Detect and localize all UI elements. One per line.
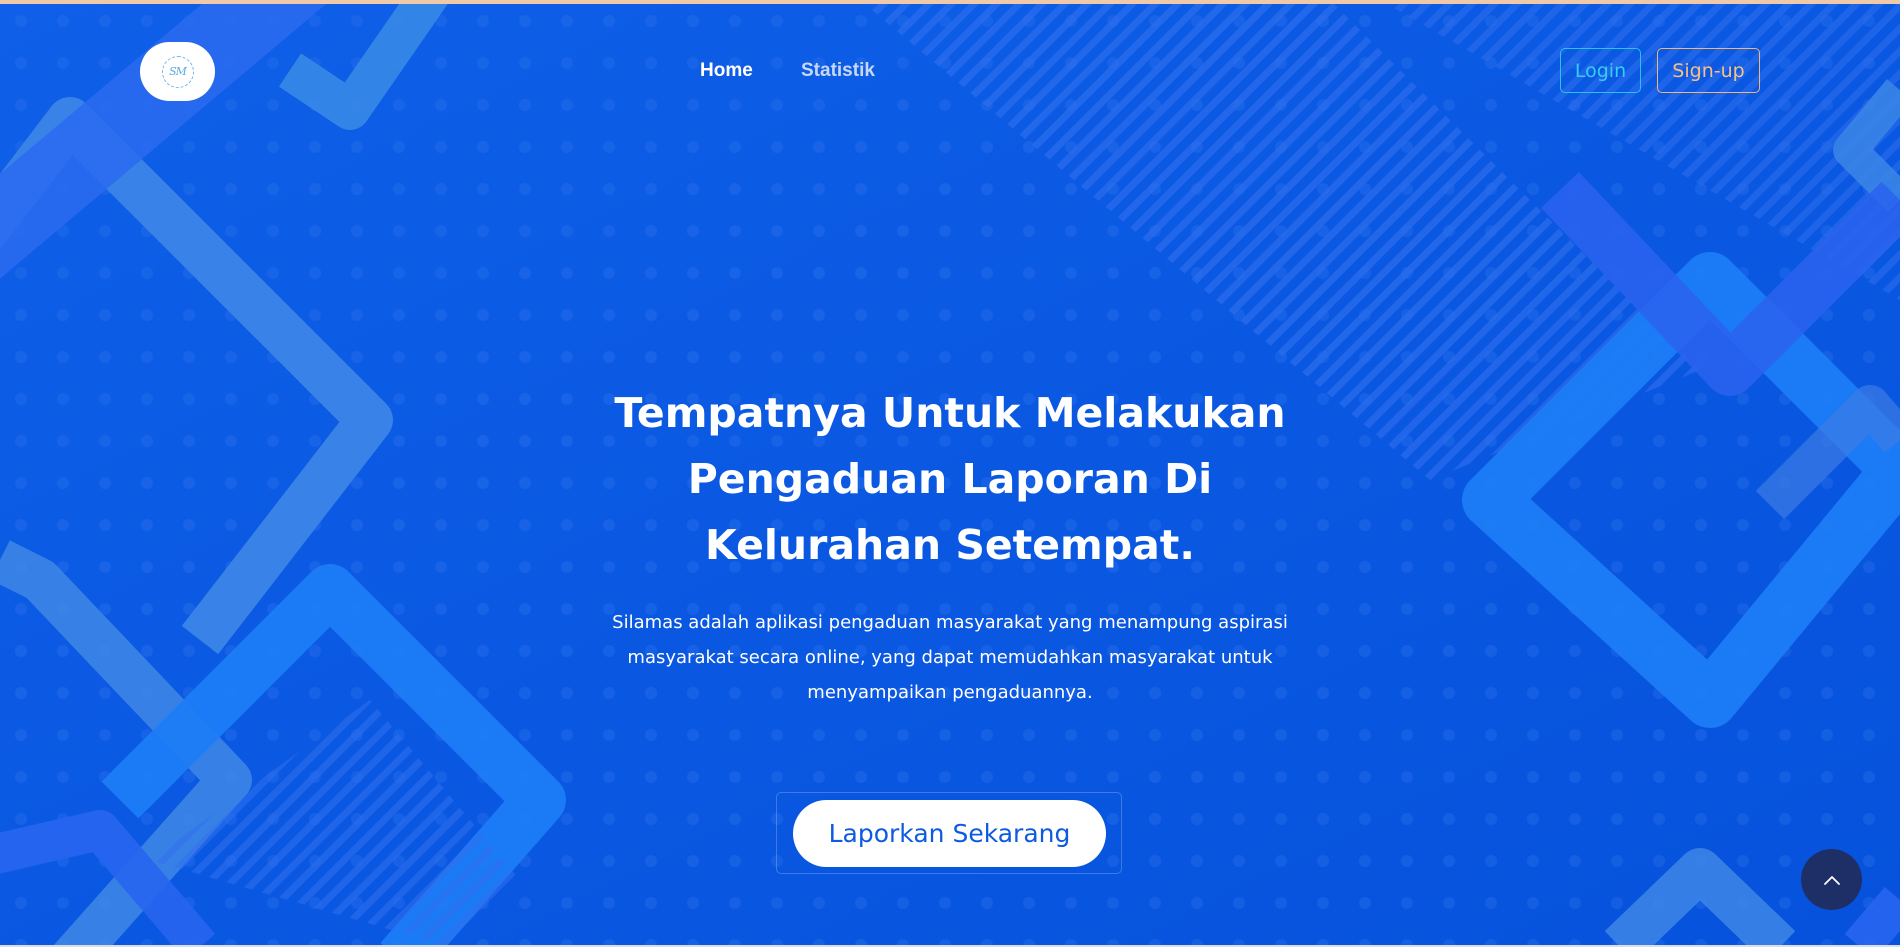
hero-title-line-1: Tempatnya Untuk Melakukan <box>614 389 1286 437</box>
top-accent-strip <box>0 0 1900 4</box>
login-button[interactable]: Login <box>1560 48 1641 93</box>
laporkan-sekarang-button[interactable]: Laporkan Sekarang <box>793 800 1106 867</box>
hero-title: Tempatnya Untuk Melakukan Pengaduan Lapo… <box>560 380 1340 578</box>
chevron-up-icon <box>1823 875 1840 885</box>
nav-statistik-link[interactable]: Statistik <box>801 60 875 82</box>
signup-button[interactable]: Sign-up <box>1657 48 1760 93</box>
logo-mark: SM <box>161 55 194 88</box>
hero-description: Silamas adalah aplikasi pengaduan masyar… <box>612 612 1288 703</box>
nav-home-link[interactable]: Home <box>700 60 753 82</box>
landing-page: SM Home Statistik Login Sign-up Tempatny… <box>0 0 1900 947</box>
hero-title-line-3: Kelurahan Setempat. <box>705 521 1195 569</box>
hero-title-line-2: Pengaduan Laporan Di <box>687 455 1213 503</box>
logo[interactable]: SM <box>140 42 215 101</box>
scroll-to-top-button[interactable] <box>1801 849 1862 910</box>
